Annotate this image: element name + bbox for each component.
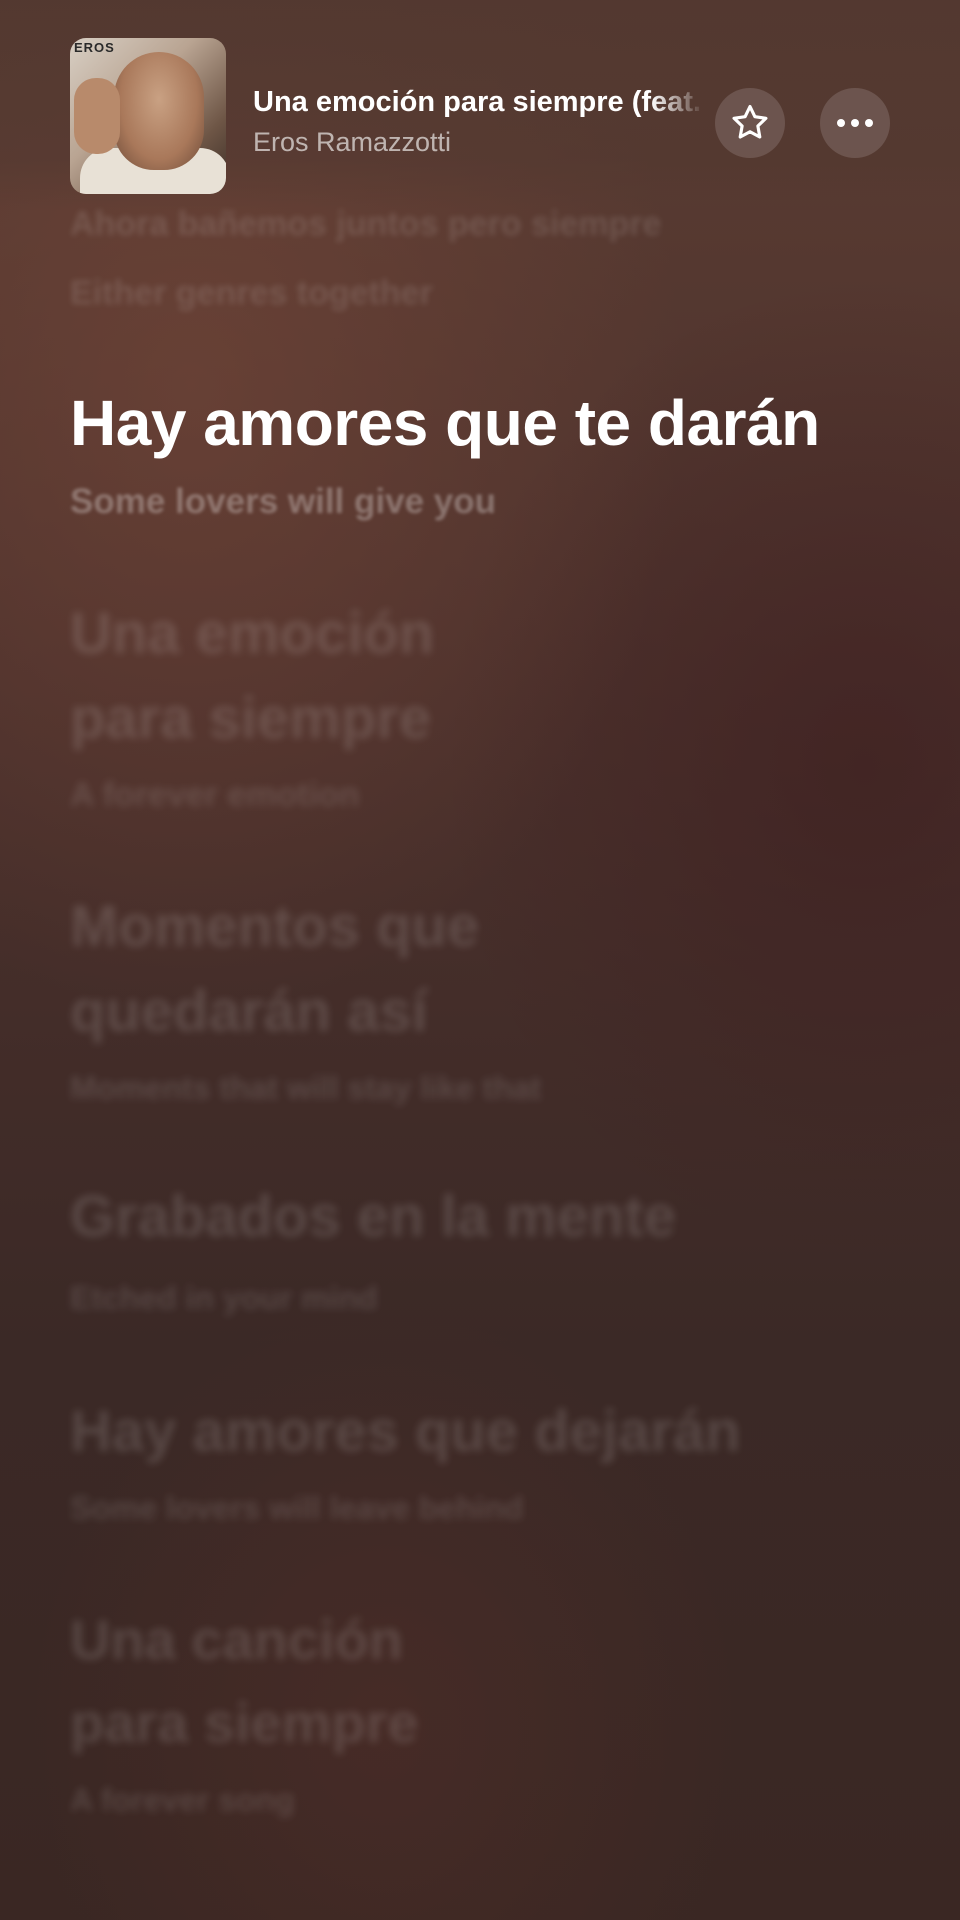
track-title[interactable]: Una emoción para siempre (feat. Tina Tur… bbox=[253, 86, 705, 119]
album-artwork[interactable]: EROS bbox=[70, 38, 226, 194]
upcoming-lyric-translation: Moments that will stay like that bbox=[70, 1070, 542, 1106]
upcoming-lyric-line[interactable]: Una emoción bbox=[70, 600, 434, 667]
upcoming-lyric-translation: Some lovers will leave behind bbox=[70, 1490, 524, 1526]
ellipsis-icon bbox=[837, 119, 873, 127]
upcoming-lyric-line[interactable]: quedarán así bbox=[70, 978, 428, 1045]
star-icon bbox=[732, 104, 768, 139]
artwork-face bbox=[114, 52, 204, 170]
upcoming-lyric-line[interactable]: Momentos que bbox=[70, 893, 479, 960]
upcoming-lyric-line[interactable]: Una canción bbox=[70, 1607, 403, 1672]
favorite-button[interactable] bbox=[715, 88, 785, 158]
upcoming-lyric-translation: Etched in your mind bbox=[70, 1280, 378, 1316]
upcoming-lyric-line[interactable]: Grabados en la mente bbox=[70, 1183, 676, 1250]
previous-lyric-line[interactable]: Ahora bañemos juntos pero siempre bbox=[70, 205, 661, 244]
more-options-button[interactable] bbox=[820, 88, 890, 158]
current-lyric-line[interactable]: Hay amores que te darán bbox=[70, 386, 820, 460]
upcoming-lyric-line[interactable]: para siempre bbox=[70, 685, 431, 752]
previous-lyric-translation: Either genres together bbox=[70, 274, 433, 312]
artwork-brand-text: EROS bbox=[74, 40, 115, 55]
upcoming-lyric-line[interactable]: para siempre bbox=[70, 1690, 419, 1755]
upcoming-lyric-translation: A forever emotion bbox=[70, 776, 360, 814]
artwork-hand bbox=[74, 78, 120, 154]
current-lyric-translation: Some lovers will give you bbox=[70, 482, 496, 521]
now-playing-header: EROS Una emoción para siempre (feat. Tin… bbox=[0, 0, 960, 210]
upcoming-lyric-translation: A forever song bbox=[70, 1782, 295, 1818]
upcoming-lyric-line[interactable]: Hay amores que dejarán bbox=[70, 1398, 741, 1465]
track-artist[interactable]: Eros Ramazzotti bbox=[253, 127, 451, 158]
